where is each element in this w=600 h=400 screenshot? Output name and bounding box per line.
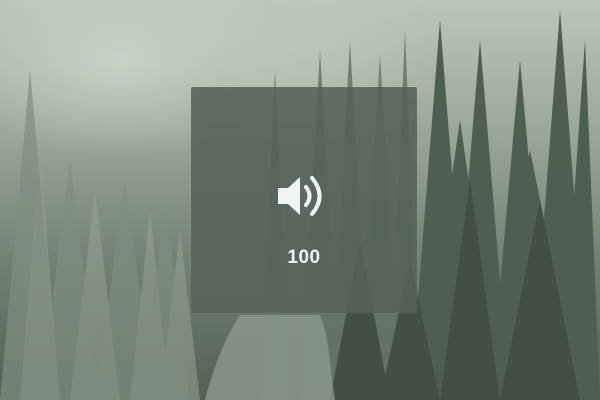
speaker-volume-icon bbox=[278, 176, 322, 216]
volume-level-value: 100 bbox=[287, 247, 321, 268]
